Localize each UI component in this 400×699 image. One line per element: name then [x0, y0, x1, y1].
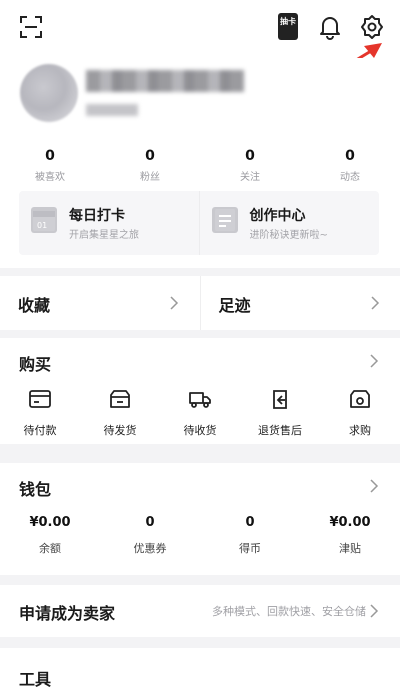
- section-title[interactable]: 工具: [19, 666, 51, 690]
- stat-value: 0: [245, 148, 255, 164]
- footprints-link[interactable]: 足迹: [199, 276, 400, 330]
- item-label: 待付款: [23, 424, 57, 437]
- wallet-label: 优惠券: [133, 542, 167, 555]
- stat-following[interactable]: 0 关注: [200, 148, 300, 183]
- scan-icon[interactable]: [20, 16, 42, 38]
- pending-receipt[interactable]: 待收货: [160, 388, 240, 438]
- wallet-allowance[interactable]: ¥0.00 津贴: [300, 515, 400, 556]
- stat-value: 0: [45, 148, 55, 164]
- wallet-balance[interactable]: ¥0.00 余额: [0, 515, 100, 556]
- section-title[interactable]: 购买: [19, 351, 51, 375]
- card-subtitle: 开启集星星之旅: [69, 230, 139, 241]
- pending-shipment[interactable]: 待发货: [80, 388, 160, 438]
- purchase-section: 购买 待付款 待发货 待收货 退货售后 求购: [0, 338, 400, 444]
- item-label: 待收货: [183, 424, 217, 437]
- wallet-coins[interactable]: 0 得币: [200, 515, 300, 556]
- seller-note: 多种模式、回款快速、安全仓储: [212, 605, 366, 618]
- footprints-label: 足迹: [218, 296, 251, 315]
- card-title: 创作中心: [249, 208, 306, 224]
- stat-label: 粉丝: [140, 172, 160, 183]
- profile-section: 0 被喜欢 0 粉丝 0 关注 0 动态 01 每日打卡 开启集星星之旅 创作中…: [0, 58, 400, 268]
- document-icon: [211, 207, 238, 233]
- draw-card-icon[interactable]: 抽卡: [278, 13, 298, 40]
- wallet-coupons[interactable]: 0 优惠券: [100, 515, 200, 556]
- wanted-purchase[interactable]: 求购: [320, 388, 400, 438]
- card-icon: [29, 390, 51, 408]
- wallet-value: 0: [245, 515, 255, 530]
- svg-text:01: 01: [37, 221, 47, 230]
- returns-aftersale[interactable]: 退货售后: [240, 388, 320, 438]
- wallet-label: 得币: [239, 542, 261, 555]
- gear-icon[interactable]: [359, 14, 385, 40]
- stats-row: 0 被喜欢 0 粉丝 0 关注 0 动态: [0, 148, 400, 183]
- truck-icon: [189, 392, 211, 408]
- stat-label: 关注: [240, 172, 260, 183]
- become-seller-row[interactable]: 申请成为卖家 多种模式、回款快速、安全仓储: [0, 585, 400, 637]
- chevron-right-icon[interactable]: [370, 354, 379, 368]
- wallet-label: 津贴: [339, 542, 361, 555]
- user-id-blurred: [86, 104, 138, 116]
- bell-icon[interactable]: [318, 14, 342, 40]
- daily-checkin-card[interactable]: 01 每日打卡 开启集星星之旅: [19, 191, 199, 255]
- order-status-row: 待付款 待发货 待收货 退货售后 求购: [0, 388, 400, 438]
- stat-fans[interactable]: 0 粉丝: [100, 148, 200, 183]
- wallet-value: 0: [145, 515, 155, 530]
- wallet-value: ¥0.00: [329, 515, 371, 530]
- calendar-icon: 01: [31, 207, 57, 233]
- wallet-value: ¥0.00: [29, 515, 71, 530]
- quick-links-row: 收藏 足迹: [0, 276, 400, 330]
- box-icon: [110, 390, 130, 408]
- stat-value: 0: [145, 148, 155, 164]
- stat-label: 动态: [340, 172, 360, 183]
- stat-posts[interactable]: 0 动态: [300, 148, 400, 183]
- chevron-right-icon[interactable]: [370, 479, 379, 493]
- creator-center-card[interactable]: 创作中心 进阶秘诀更新啦~: [198, 191, 380, 255]
- chevron-right-icon: [170, 296, 179, 310]
- favorites-link[interactable]: 收藏: [0, 276, 200, 330]
- username-blurred: [86, 70, 244, 92]
- item-label: 待发货: [103, 424, 137, 437]
- stat-label: 被喜欢: [35, 172, 65, 183]
- chevron-right-icon: [370, 604, 379, 618]
- item-label: 求购: [349, 424, 371, 437]
- tools-section: 工具: [0, 648, 400, 699]
- feature-cards: 01 每日打卡 开启集星星之旅 创作中心 进阶秘诀更新啦~: [19, 191, 379, 255]
- chevron-right-icon: [370, 296, 379, 310]
- wallet-label: 余额: [39, 542, 61, 555]
- card-title: 每日打卡: [69, 208, 125, 224]
- stat-likes[interactable]: 0 被喜欢: [0, 148, 100, 183]
- pending-payment[interactable]: 待付款: [0, 388, 80, 438]
- return-icon: [273, 390, 287, 409]
- wallet-row: ¥0.00 余额 0 优惠券 0 得币 ¥0.00 津贴: [0, 515, 400, 556]
- wanted-icon: [350, 390, 370, 408]
- favorites-label: 收藏: [18, 296, 51, 315]
- card-subtitle: 进阶秘诀更新啦~: [249, 230, 328, 241]
- item-label: 退货售后: [258, 424, 302, 437]
- section-title: 申请成为卖家: [19, 604, 116, 623]
- wallet-section: 钱包 ¥0.00 余额 0 优惠券 0 得币 ¥0.00 津贴: [0, 463, 400, 575]
- stat-value: 0: [345, 148, 355, 164]
- avatar[interactable]: [20, 64, 78, 122]
- section-title[interactable]: 钱包: [19, 476, 51, 500]
